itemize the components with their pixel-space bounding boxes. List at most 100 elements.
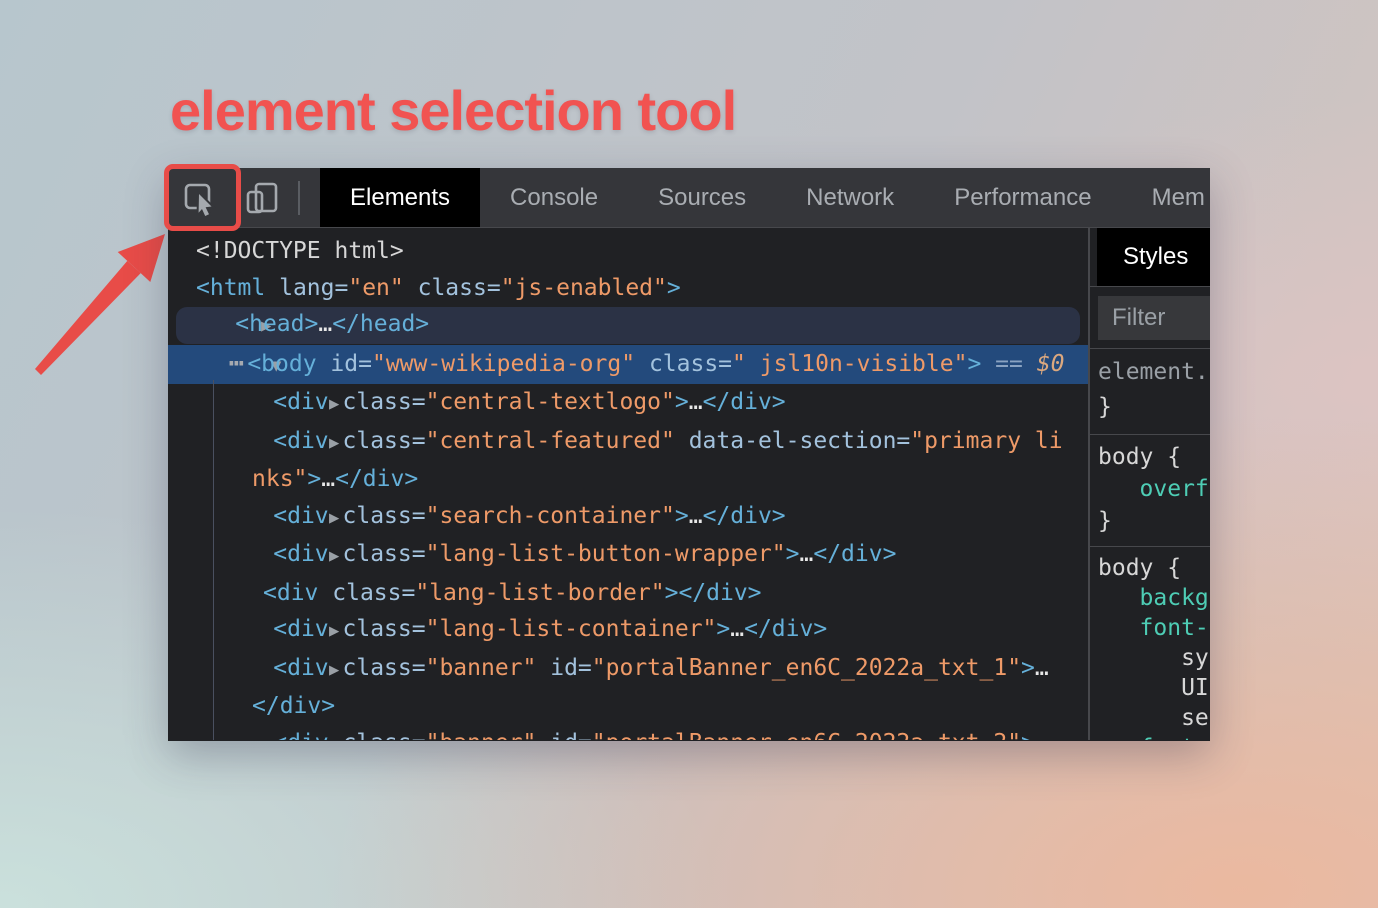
code-token: "banner": [426, 730, 537, 741]
code-token: "lang-list-border": [415, 580, 664, 606]
code-token: >: [667, 275, 681, 301]
code-token: "primary li: [910, 428, 1062, 454]
code-token: id=: [330, 351, 372, 377]
tab-performance[interactable]: Performance: [924, 168, 1121, 227]
devtools-content: <!DOCTYPE html><html lang="en" class="js…: [168, 228, 1210, 740]
style-rule: body { overf}: [1090, 435, 1210, 547]
code-token: class=: [343, 616, 426, 642]
code-token: class=: [418, 275, 501, 301]
code-token: [318, 580, 332, 606]
style-line[interactable]: font-: [1098, 733, 1210, 740]
code-token: </head>: [332, 311, 429, 337]
style-line[interactable]: element.: [1098, 355, 1210, 390]
tab-network[interactable]: Network: [776, 168, 924, 227]
code-token: ==: [995, 351, 1023, 377]
code-token: lang=: [279, 275, 348, 301]
styles-filter-input[interactable]: [1098, 296, 1210, 340]
code-token: <html: [196, 275, 265, 301]
tab-sources[interactable]: Sources: [628, 168, 776, 227]
style-line[interactable]: overf: [1098, 473, 1210, 505]
code-token: id=: [550, 730, 592, 741]
styles-rules: element.}body { overf}body { backg font-…: [1090, 349, 1210, 740]
code-token: [265, 275, 279, 301]
dom-tree-row[interactable]: nks">…</div>: [168, 461, 1088, 498]
styles-filter-row: [1090, 287, 1210, 349]
code-token: [536, 655, 550, 681]
code-token: "en": [348, 275, 403, 301]
code-token: >: [1021, 730, 1035, 741]
dom-tree-row[interactable]: <html lang="en" class="js-enabled">: [168, 270, 1088, 307]
dom-tree-row[interactable]: ▶<div class="search-container">…</div>: [168, 498, 1088, 537]
tab-console[interactable]: Console: [480, 168, 628, 227]
code-token: "www-wikipedia-org": [372, 351, 635, 377]
code-token: …: [730, 616, 744, 642]
code-token: <head>: [235, 311, 318, 337]
devtools-toolbar: ElementsConsoleSourcesNetworkPerformance…: [168, 168, 1210, 228]
code-token: "central-textlogo": [426, 389, 675, 415]
dom-tree-row[interactable]: ▶<div class="central-featured" data-el-s…: [168, 423, 1088, 462]
dom-tree-row[interactable]: ▶<div class="banner" id="portalBanner_en…: [168, 725, 1088, 741]
inspect-tool-highlight-box: [164, 164, 241, 231]
dom-tree-row[interactable]: ⋯▼<body id="www-wikipedia-org" class=" j…: [168, 345, 1088, 385]
dom-tree-row[interactable]: </div>: [168, 688, 1088, 725]
device-toolbar-icon[interactable]: [242, 178, 282, 218]
tab-elements[interactable]: Elements: [320, 168, 480, 227]
code-token: </div>: [813, 541, 896, 567]
dom-tree-row[interactable]: <div class="lang-list-border"></div>: [168, 575, 1088, 612]
more-actions-icon[interactable]: ⋯: [229, 348, 241, 377]
dom-tree-row[interactable]: <!DOCTYPE html>: [168, 233, 1088, 270]
code-token: …: [689, 503, 703, 529]
style-line[interactable]: body {: [1098, 441, 1210, 473]
code-token: data-el-section=: [689, 428, 911, 454]
style-line[interactable]: backg: [1098, 583, 1210, 613]
style-line[interactable]: se: [1098, 703, 1210, 733]
code-token: [635, 351, 649, 377]
code-token: class=: [343, 503, 426, 529]
style-line[interactable]: }: [1098, 505, 1210, 537]
dom-tree: <!DOCTYPE html><html lang="en" class="js…: [168, 228, 1088, 740]
code-token: class=: [343, 389, 426, 415]
code-token: …: [318, 311, 332, 337]
toolbar-divider: [298, 181, 300, 215]
code-token: <div: [273, 655, 328, 681]
code-token: "portalBanner_en6C_2022a_txt_1": [592, 655, 1021, 681]
style-rule: element.}: [1090, 349, 1210, 435]
code-token: [329, 503, 343, 529]
tab-mem[interactable]: Mem: [1122, 168, 1210, 227]
dom-tree-row[interactable]: ▶<div class="lang-list-container">…</div…: [168, 611, 1088, 650]
code-token: </div>: [252, 693, 335, 719]
styles-sidebar: Styles element.}body { overf}body { back…: [1088, 228, 1210, 740]
code-token: class=: [649, 351, 732, 377]
code-token: </div>: [744, 616, 827, 642]
style-line[interactable]: body {: [1098, 553, 1210, 583]
code-token: >: [786, 541, 800, 567]
code-token: [329, 389, 343, 415]
code-token: [317, 351, 331, 377]
code-token: "banner": [426, 655, 537, 681]
dom-tree-row[interactable]: ▶<div class="lang-list-button-wrapper">……: [168, 536, 1088, 575]
code-token: [536, 730, 550, 741]
code-token: <div: [273, 503, 328, 529]
dom-tree-row[interactable]: ▶<head>…</head>: [168, 306, 1088, 345]
dom-tree-row[interactable]: ▶<div class="central-textlogo">…</div>: [168, 384, 1088, 423]
style-line[interactable]: sy: [1098, 643, 1210, 673]
code-token: class=: [343, 541, 426, 567]
tab-styles[interactable]: Styles: [1097, 228, 1210, 286]
code-token: <div: [273, 730, 328, 741]
code-token: <div: [273, 428, 328, 454]
code-token: </div>: [703, 389, 786, 415]
style-line[interactable]: UI: [1098, 673, 1210, 703]
code-token: …: [1035, 730, 1049, 741]
code-token: [329, 541, 343, 567]
code-token: <div: [273, 541, 328, 567]
dom-tree-row[interactable]: ▶<div class="banner" id="portalBanner_en…: [168, 650, 1088, 689]
code-token: [329, 428, 343, 454]
code-token: " jsl10n-visible": [732, 351, 967, 377]
annotation-title: element selection tool: [170, 78, 736, 143]
style-line[interactable]: }: [1098, 390, 1210, 425]
style-line[interactable]: font-: [1098, 613, 1210, 643]
code-token: [1023, 351, 1037, 377]
code-token: >: [967, 351, 981, 377]
code-token: [404, 275, 418, 301]
code-token: "search-container": [426, 503, 675, 529]
